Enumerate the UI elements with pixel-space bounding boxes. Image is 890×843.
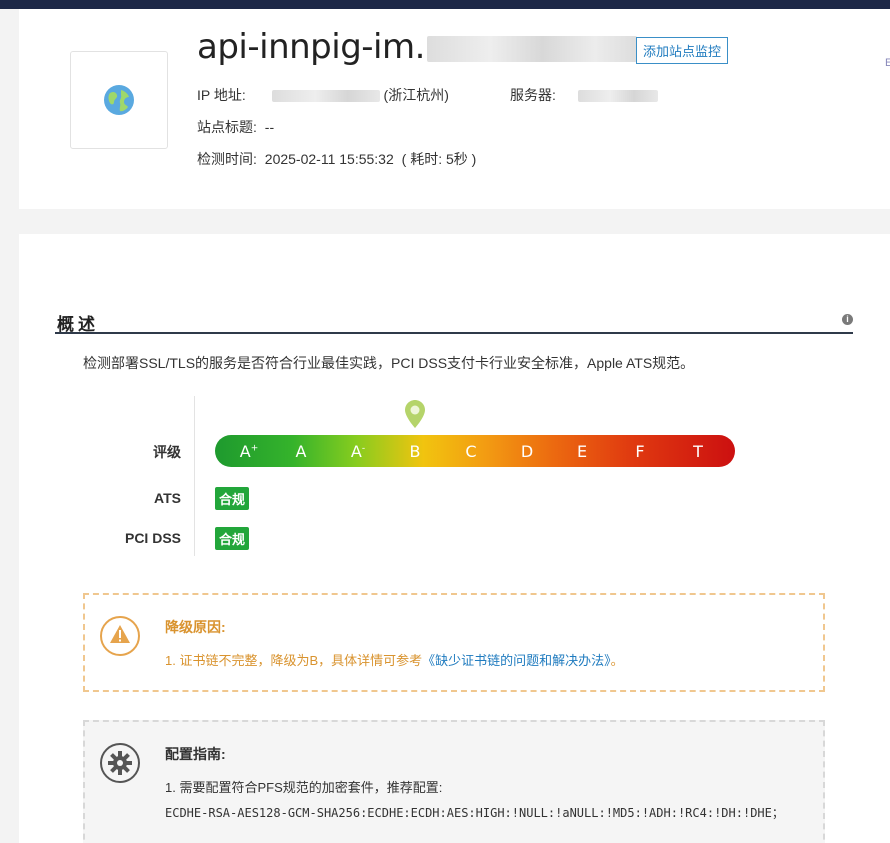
site-title-value: -- — [264, 119, 275, 135]
site-title-row: 站点标题: -- — [197, 117, 274, 137]
downgrade-notice: 降级原因: 1. 证书链不完整，降级为B，具体详情可参考《缺少证书链的问题和解决… — [83, 593, 825, 692]
check-time-row: 检测时间: 2025-02-11 15:55:32 ( 耗时: 5秒 ) — [197, 149, 476, 169]
label-divider — [194, 396, 195, 556]
grade-A: A — [295, 442, 307, 461]
ip-row: IP 地址: (浙江杭州) — [197, 85, 449, 105]
globe-icon — [104, 85, 134, 115]
domain-text: api-innpig-im. — [197, 27, 425, 67]
guide-title: 配置指南: — [165, 746, 226, 762]
site-domain-title: api-innpig-im. — [197, 27, 637, 67]
grade-B: B — [409, 442, 421, 461]
help-icon[interactable]: i — [842, 314, 853, 325]
site-title-label: 站点标题: — [197, 119, 257, 135]
downgrade-title: 降级原因: — [165, 619, 226, 635]
grade-Aplus: A+ — [239, 442, 259, 461]
downgrade-suffix: 。 — [610, 653, 624, 668]
grade-Aminus: A- — [350, 442, 366, 461]
guide-item: 1. 需要配置符合PFS规范的加密套件，推荐配置: — [165, 780, 443, 795]
check-duration: ( 耗时: 5秒 ) — [401, 151, 477, 167]
add-monitor-button[interactable]: 添加站点监控 — [636, 37, 729, 64]
config-guide: 配置指南: 1. 需要配置符合PFS规范的加密套件，推荐配置: ECDHE-RS… — [83, 720, 825, 843]
check-time-value: 2025-02-11 15:55:32 — [264, 151, 394, 167]
gear-icon — [100, 743, 140, 783]
warning-triangle-icon — [100, 616, 140, 656]
redacted-server — [577, 90, 658, 103]
grade-T: T — [693, 442, 703, 461]
ip-location: (浙江杭州) — [383, 87, 449, 103]
edge-mark: E — [885, 57, 890, 69]
site-logo — [70, 51, 168, 149]
overview-card: 概述 i 检测部署SSL/TLS的服务是否符合行业最佳实践，PCI DSS支付卡… — [19, 234, 890, 843]
pci-status-badge: 合规 — [215, 527, 250, 550]
check-time-label: 检测时间: — [197, 151, 257, 167]
grade-F: F — [635, 442, 645, 461]
downgrade-text: 1. 证书链不完整，降级为B，具体详情可参考 — [165, 653, 423, 668]
grade-label: 评级 — [153, 444, 181, 460]
grade-E: E — [576, 442, 588, 461]
top-nav-bar — [0, 0, 890, 9]
grade-D: D — [520, 442, 534, 461]
chain-issue-link[interactable]: 《缺少证书链的问题和解决办法》 — [422, 653, 611, 668]
ats-label: ATS — [154, 490, 181, 506]
ats-status-badge: 合规 — [215, 487, 250, 510]
map-pin-icon — [405, 400, 425, 428]
redacted-ip — [271, 90, 380, 103]
cipher-suite-config: ECDHE-RSA-AES128-GCM-SHA256:ECDHE:ECDH:A… — [165, 806, 784, 820]
server-label: 服务器: — [510, 87, 556, 103]
overview-description: 检测部署SSL/TLS的服务是否符合行业最佳实践，PCI DSS支付卡行业安全标… — [83, 355, 695, 371]
section-divider — [55, 332, 853, 334]
site-header-card: api-innpig-im. 添加站点监控 E IP 地址: (浙江杭州) 服务… — [19, 9, 890, 209]
downgrade-item: 1. 证书链不完整，降级为B，具体详情可参考《缺少证书链的问题和解决办法》。 — [165, 650, 624, 669]
redacted-domain — [426, 35, 637, 62]
server-row: 服务器: — [510, 85, 658, 105]
grade-C: C — [465, 442, 477, 461]
pci-label: PCI DSS — [124, 530, 181, 546]
grade-scale-bar: A+ A A- B C D E F T — [215, 435, 735, 467]
ip-label: IP 地址: — [197, 87, 246, 103]
